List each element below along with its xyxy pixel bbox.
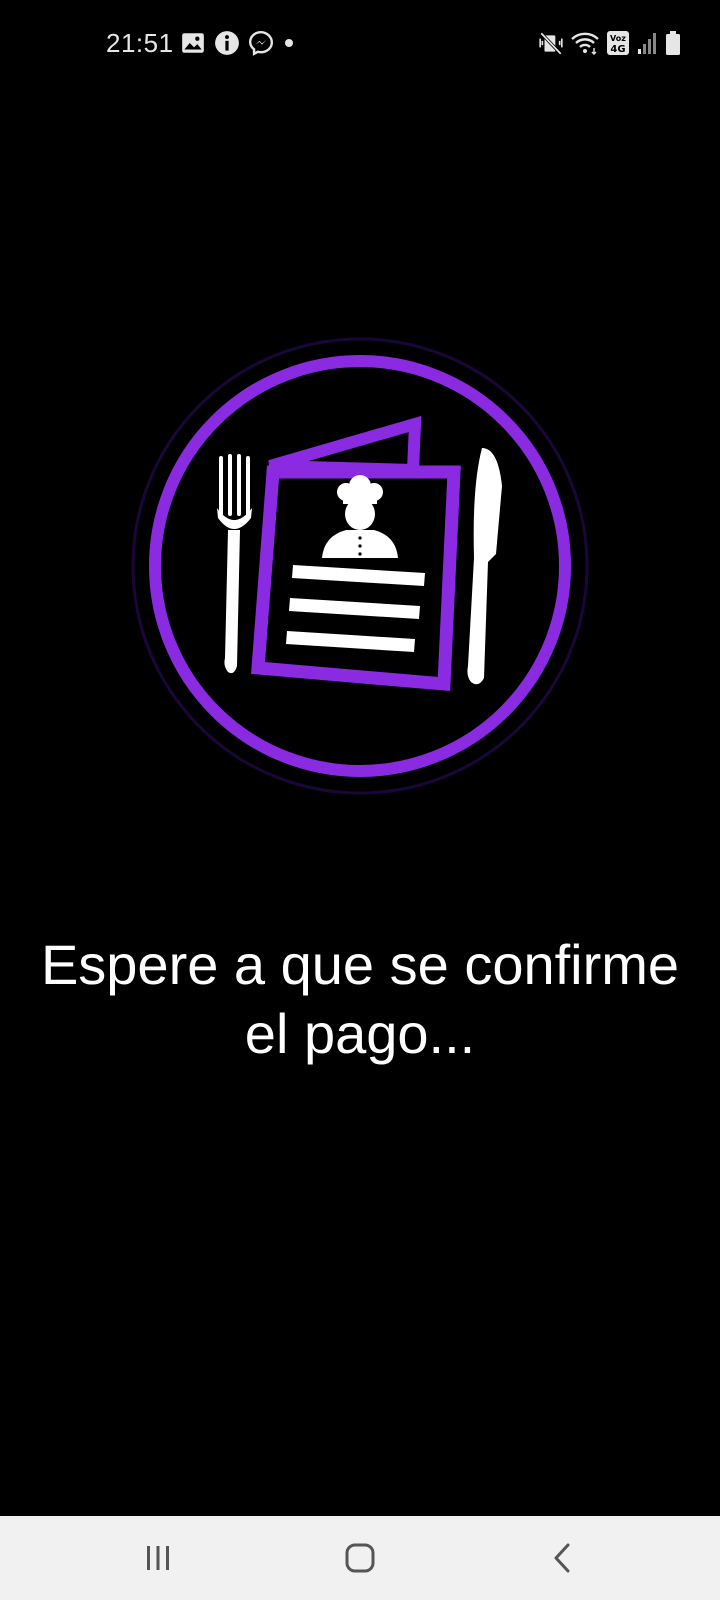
status-bar: 21:51 Voz 4G xyxy=(0,0,720,90)
system-icons: Voz 4G xyxy=(538,30,682,56)
navigation-bar xyxy=(0,1516,720,1600)
restaurant-menu-logo-icon xyxy=(130,336,590,796)
messenger-icon xyxy=(248,30,274,56)
vibrate-mute-icon xyxy=(538,30,564,56)
volte-label-bottom: 4G xyxy=(610,44,625,55)
recent-apps-icon xyxy=(144,1545,172,1571)
notification-icons xyxy=(180,30,296,56)
home-button[interactable] xyxy=(330,1534,390,1582)
message-line-2: el pago... xyxy=(244,1002,476,1065)
info-icon xyxy=(214,30,240,56)
back-icon xyxy=(552,1543,572,1573)
status-time: 21:51 xyxy=(106,28,174,58)
image-icon xyxy=(180,30,206,56)
volte-4g-icon: Voz 4G xyxy=(606,30,630,56)
signal-icon xyxy=(636,30,658,56)
recent-apps-button[interactable] xyxy=(128,1534,188,1582)
wifi-icon xyxy=(570,30,600,56)
home-icon xyxy=(344,1542,376,1574)
back-button[interactable] xyxy=(532,1534,592,1582)
battery-icon xyxy=(664,30,682,56)
volte-label-top: Voz xyxy=(610,34,626,43)
message-line-1: Espere a que se confirme xyxy=(40,933,680,996)
dot-icon xyxy=(282,30,296,56)
payment-waiting-message: Espere a que se confirme el pago... xyxy=(20,930,700,1068)
